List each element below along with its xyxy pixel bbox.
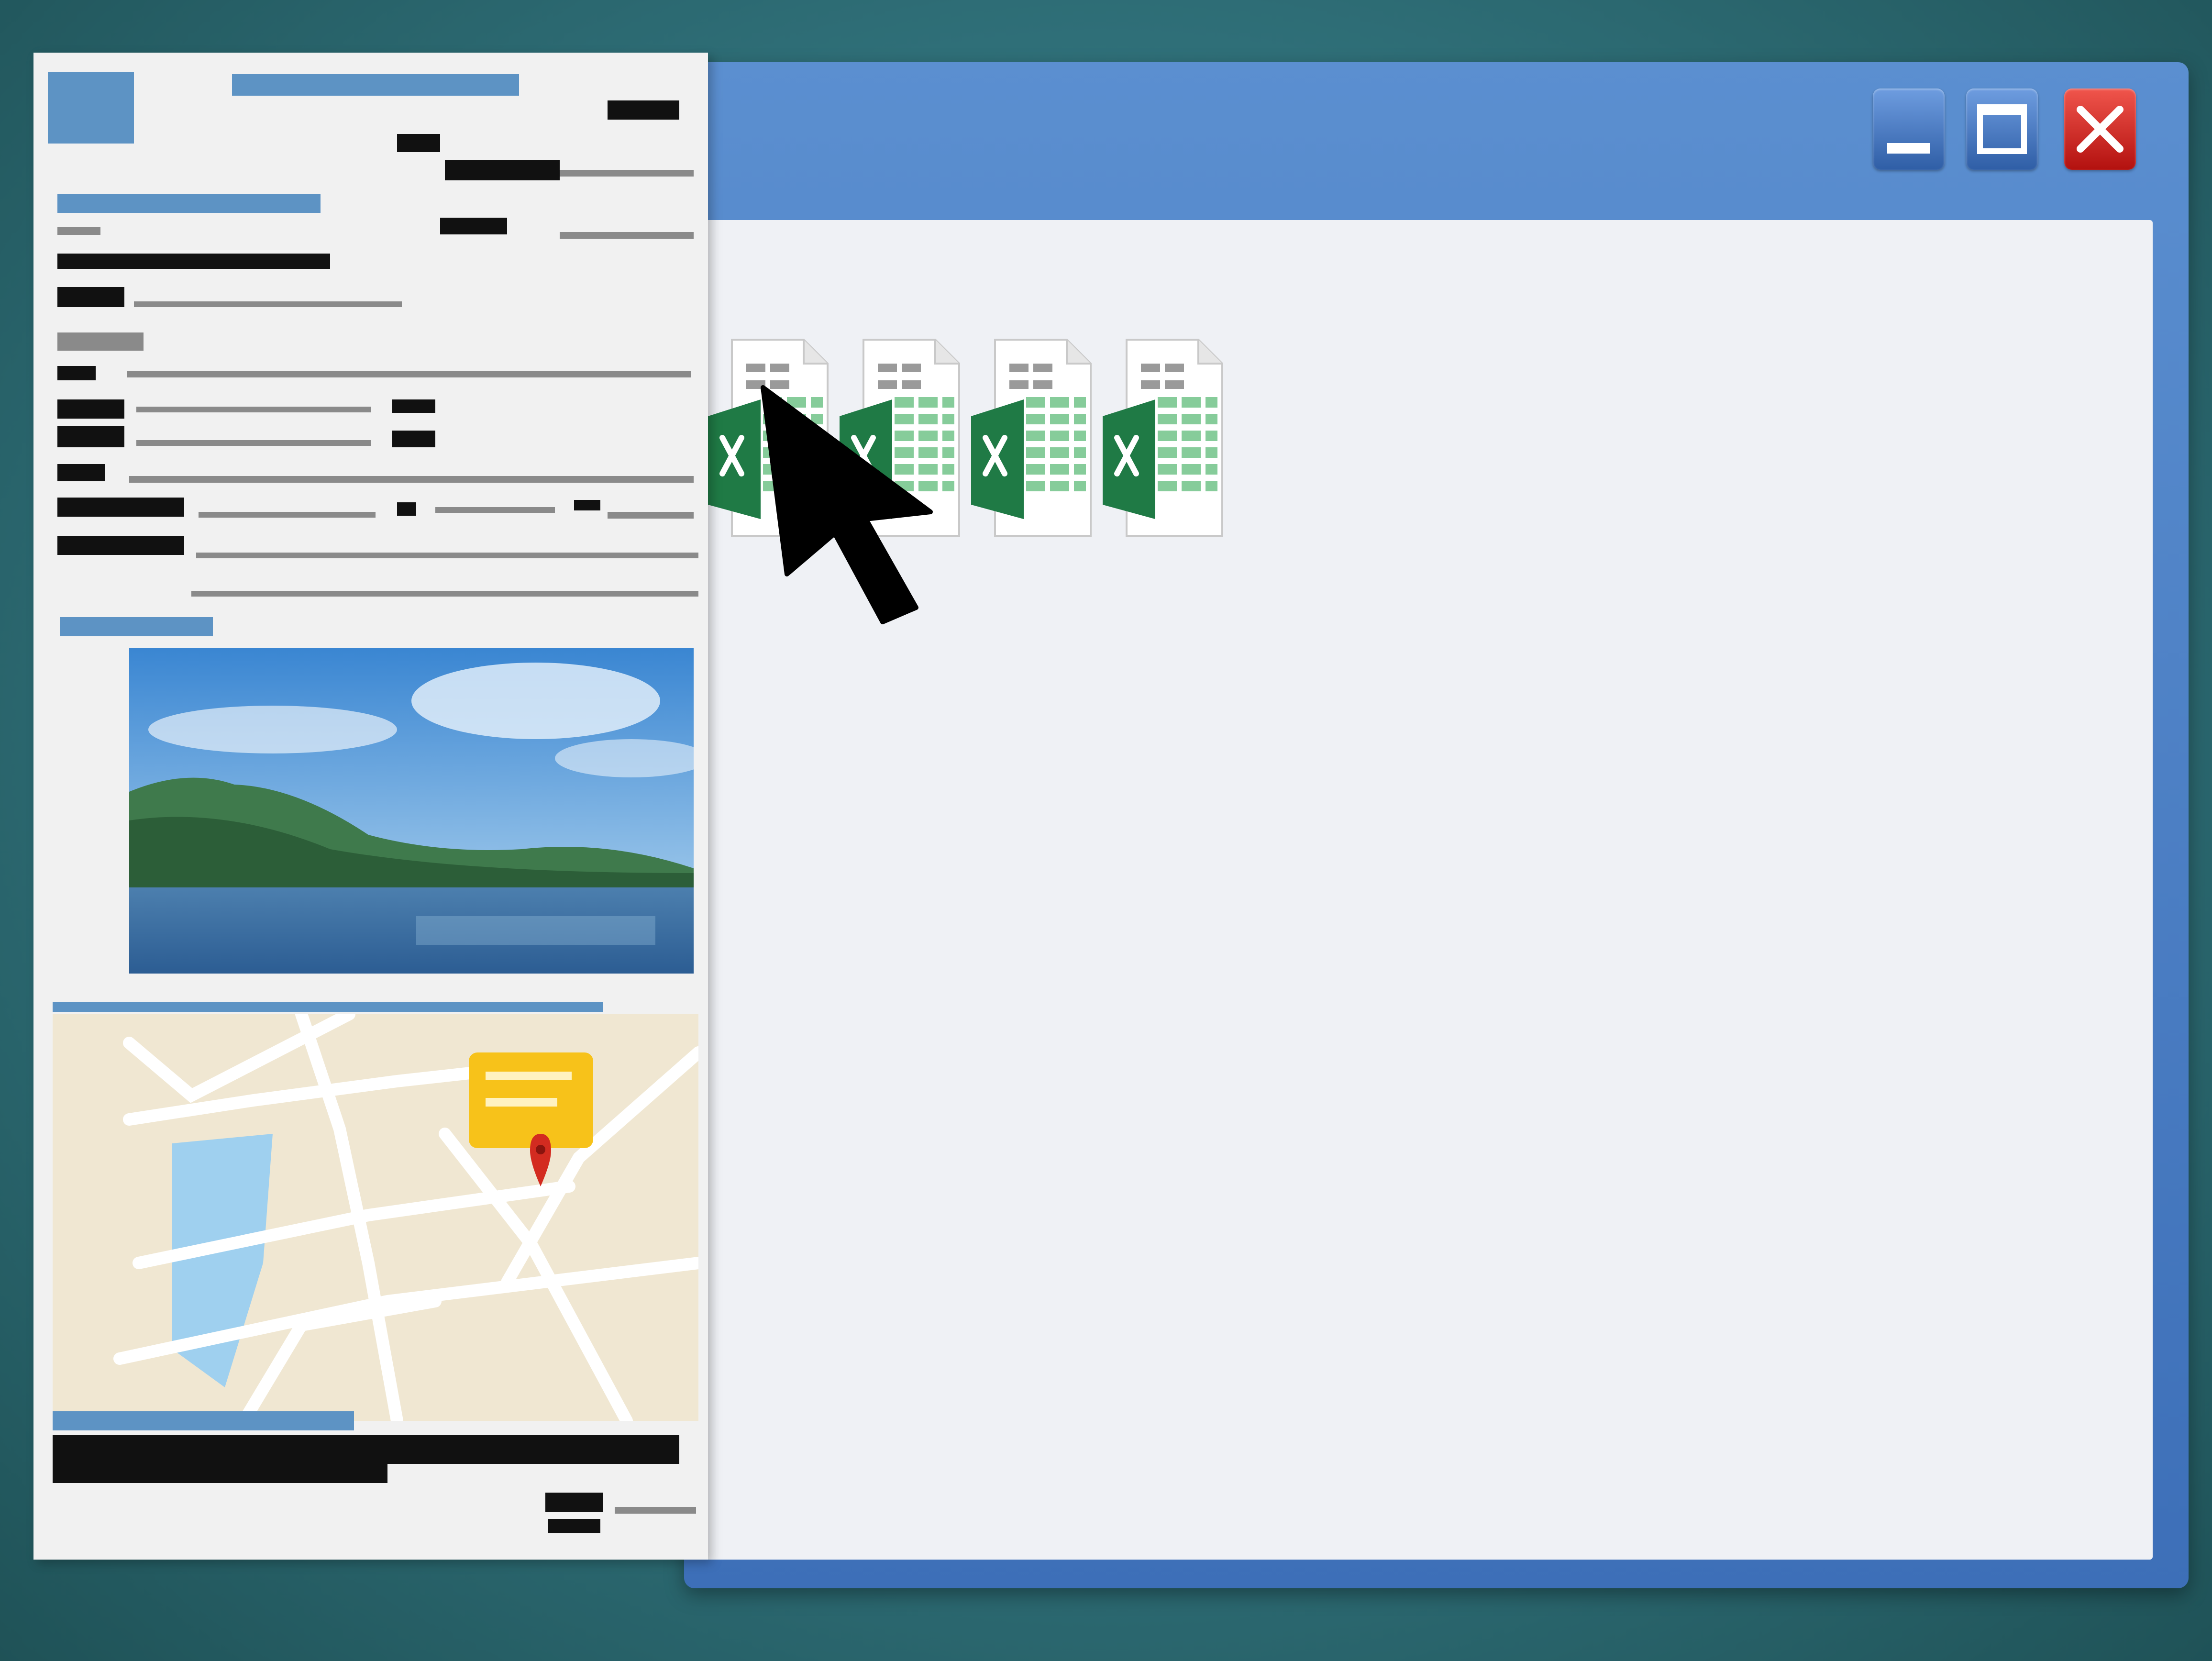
redacted-text bbox=[397, 502, 416, 516]
text-line bbox=[136, 440, 371, 446]
text-line bbox=[615, 1507, 696, 1514]
text-line bbox=[199, 512, 376, 518]
text-line bbox=[57, 227, 100, 235]
redacted-text bbox=[53, 1464, 387, 1483]
street-map bbox=[53, 1014, 698, 1421]
text-line bbox=[560, 170, 694, 177]
excel-file-icon[interactable] bbox=[971, 335, 1110, 541]
text-line bbox=[134, 301, 402, 307]
text-line bbox=[560, 232, 694, 239]
close-button[interactable] bbox=[2064, 89, 2136, 170]
section-heading bbox=[53, 1411, 354, 1430]
redacted-text bbox=[392, 431, 435, 447]
header-bar bbox=[232, 74, 519, 96]
redacted-text bbox=[608, 100, 679, 120]
close-icon bbox=[2077, 106, 2124, 153]
redacted-text bbox=[574, 500, 600, 510]
redacted-text bbox=[392, 399, 435, 413]
logo-placeholder bbox=[48, 72, 134, 144]
text-line bbox=[435, 507, 555, 513]
redacted-text bbox=[545, 1493, 603, 1512]
redacted-text bbox=[57, 287, 124, 307]
excel-file-icon[interactable] bbox=[1103, 335, 1241, 541]
redacted-text bbox=[57, 426, 124, 447]
redacted-text bbox=[53, 1435, 679, 1464]
redacted-text bbox=[57, 536, 184, 555]
redacted-text bbox=[397, 134, 440, 152]
redacted-text bbox=[57, 464, 105, 481]
minimize-icon bbox=[1887, 143, 1930, 154]
maximize-button[interactable] bbox=[1966, 89, 2038, 170]
text-line bbox=[136, 407, 371, 412]
section-heading bbox=[57, 194, 321, 213]
mouse-cursor-icon bbox=[761, 385, 933, 624]
text-line bbox=[191, 591, 698, 597]
subheading bbox=[57, 332, 144, 351]
document-page bbox=[33, 53, 708, 1560]
redacted-text bbox=[440, 218, 507, 234]
text-line bbox=[129, 476, 694, 483]
text-line bbox=[608, 512, 694, 519]
text-line bbox=[196, 553, 698, 558]
redacted-text bbox=[57, 399, 124, 419]
text-line bbox=[127, 371, 691, 377]
window-titlebar[interactable] bbox=[684, 62, 2189, 220]
file-window bbox=[684, 62, 2189, 1588]
section-heading bbox=[60, 617, 213, 636]
redacted-text bbox=[57, 366, 96, 380]
section-divider bbox=[53, 1002, 603, 1012]
redacted-text bbox=[548, 1519, 600, 1533]
minimize-button[interactable] bbox=[1873, 89, 1945, 170]
redacted-text bbox=[445, 160, 560, 180]
landscape-lake-photo bbox=[129, 648, 694, 974]
redacted-text bbox=[57, 498, 184, 517]
maximize-icon bbox=[1977, 104, 2027, 154]
redacted-text bbox=[57, 254, 330, 269]
